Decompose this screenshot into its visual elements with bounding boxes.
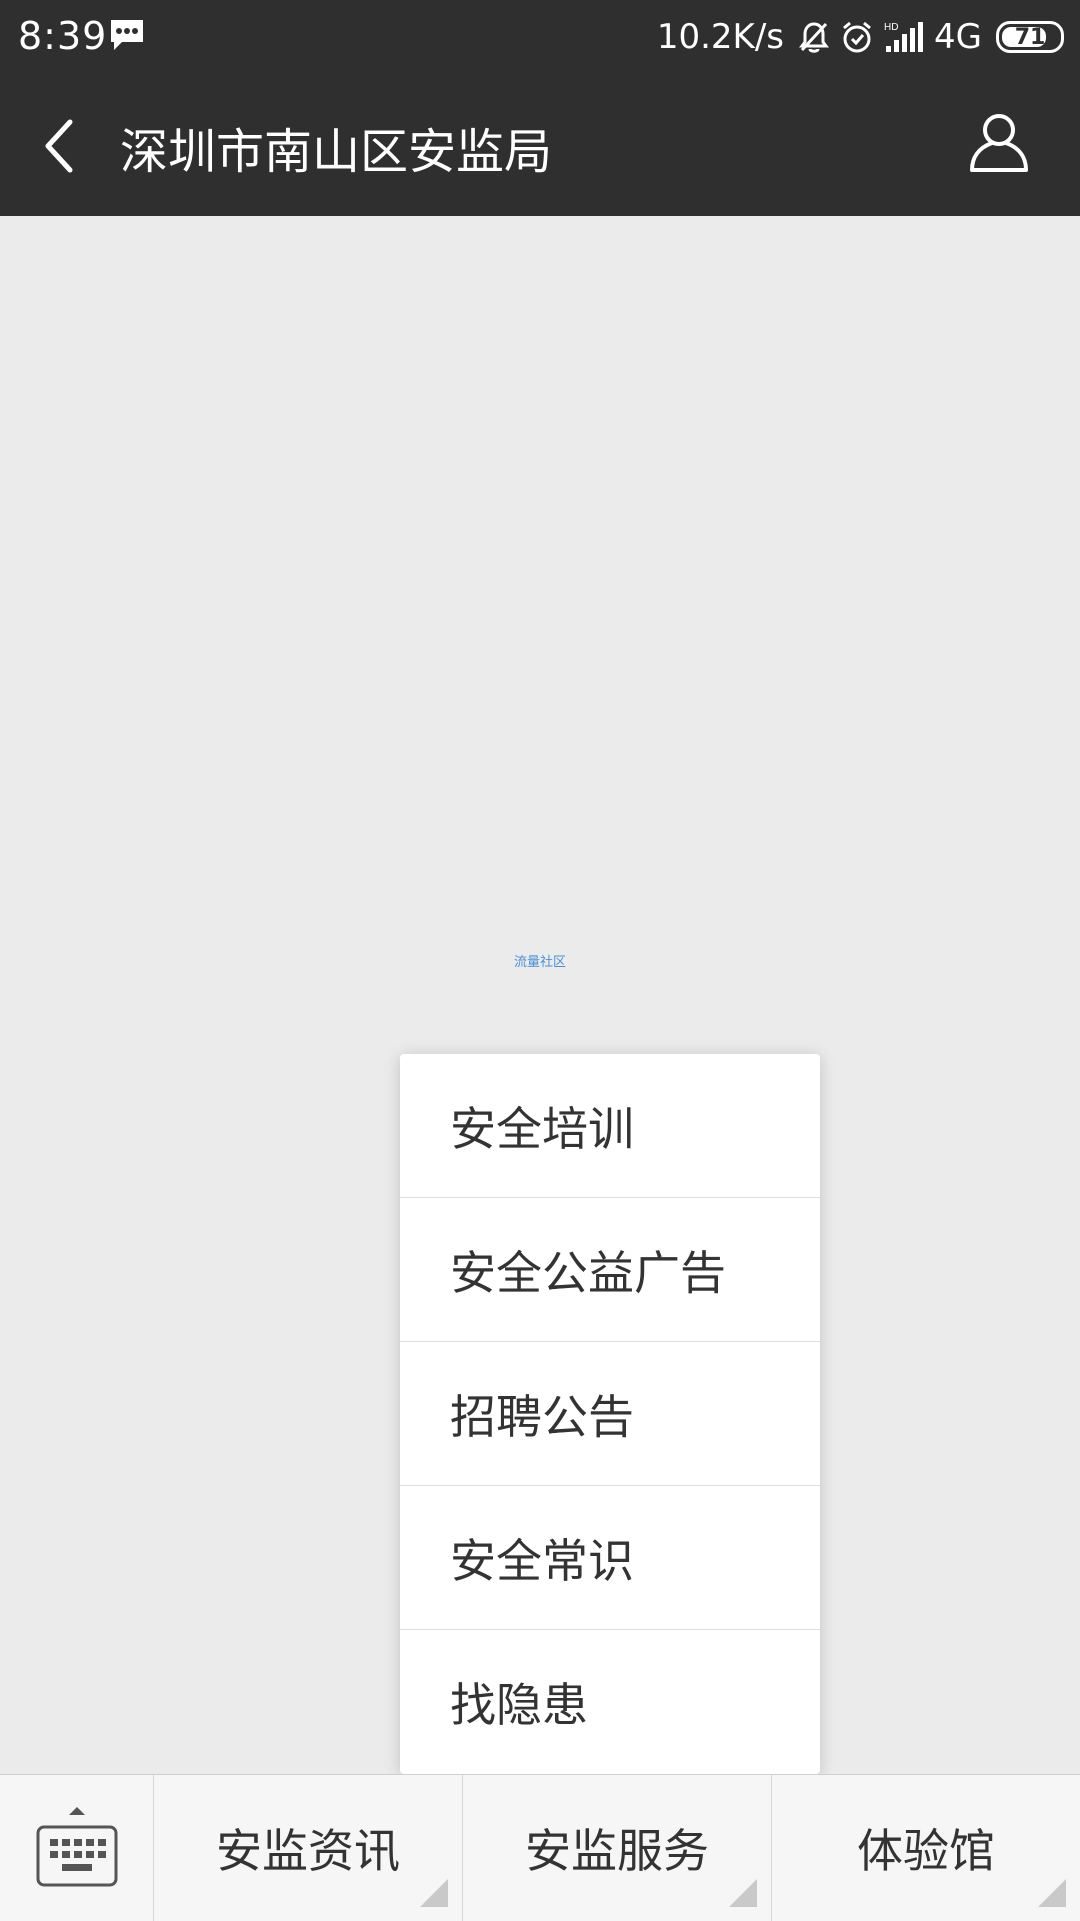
alarm-icon bbox=[843, 21, 871, 53]
status-time: 8:39 bbox=[18, 14, 108, 58]
submenu-indicator-icon bbox=[1038, 1879, 1066, 1907]
battery-level: 71 bbox=[1014, 24, 1046, 50]
submenu-indicator-icon bbox=[729, 1879, 757, 1907]
nav-bar: 深圳市南山区安监局 bbox=[0, 74, 1080, 216]
status-right-group: 10.2K/s HD 4G 71 bbox=[657, 14, 1064, 60]
tab-safety-news[interactable]: 安监资讯 bbox=[154, 1775, 463, 1921]
status-bar: 8:39 10.2K/s HD 4G 71 bbox=[0, 0, 1080, 74]
bottom-menu-bar: 安监资讯 安监服务 体验馆 bbox=[0, 1774, 1080, 1921]
menu-item-safety-knowledge[interactable]: 安全常识 bbox=[400, 1486, 820, 1630]
tab-experience-hall[interactable]: 体验馆 bbox=[772, 1775, 1080, 1921]
profile-icon[interactable] bbox=[968, 110, 1030, 176]
tab-label: 体验馆 bbox=[857, 1824, 995, 1878]
tab-safety-services[interactable]: 安监服务 bbox=[463, 1775, 772, 1921]
bell-off-icon bbox=[799, 22, 830, 53]
keyboard-toggle-button[interactable] bbox=[0, 1775, 154, 1921]
battery-icon: 71 bbox=[996, 21, 1064, 53]
menu-item-recruitment[interactable]: 招聘公告 bbox=[400, 1342, 820, 1486]
popup-menu: 安全培训 安全公益广告 招聘公告 安全常识 找隐患 bbox=[400, 1054, 820, 1774]
menu-item-public-ads[interactable]: 安全公益广告 bbox=[400, 1198, 820, 1342]
tab-label: 安监服务 bbox=[525, 1824, 709, 1878]
signal-icon: HD bbox=[884, 22, 924, 52]
tab-label: 安监资讯 bbox=[216, 1824, 400, 1878]
keyboard-icon bbox=[36, 1807, 118, 1887]
message-icon bbox=[111, 20, 143, 50]
back-icon[interactable] bbox=[36, 110, 84, 182]
watermark-text: 流量社区 bbox=[513, 955, 566, 970]
svg-text:HD: HD bbox=[884, 22, 898, 33]
network-speed: 10.2K/s bbox=[656, 17, 785, 57]
menu-item-safety-training[interactable]: 安全培训 bbox=[400, 1054, 820, 1198]
network-type: 4G bbox=[934, 17, 982, 57]
page-title: 深圳市南山区安监局 bbox=[120, 124, 553, 180]
submenu-indicator-icon bbox=[420, 1879, 448, 1907]
menu-item-find-hazards[interactable]: 找隐患 bbox=[400, 1630, 820, 1774]
